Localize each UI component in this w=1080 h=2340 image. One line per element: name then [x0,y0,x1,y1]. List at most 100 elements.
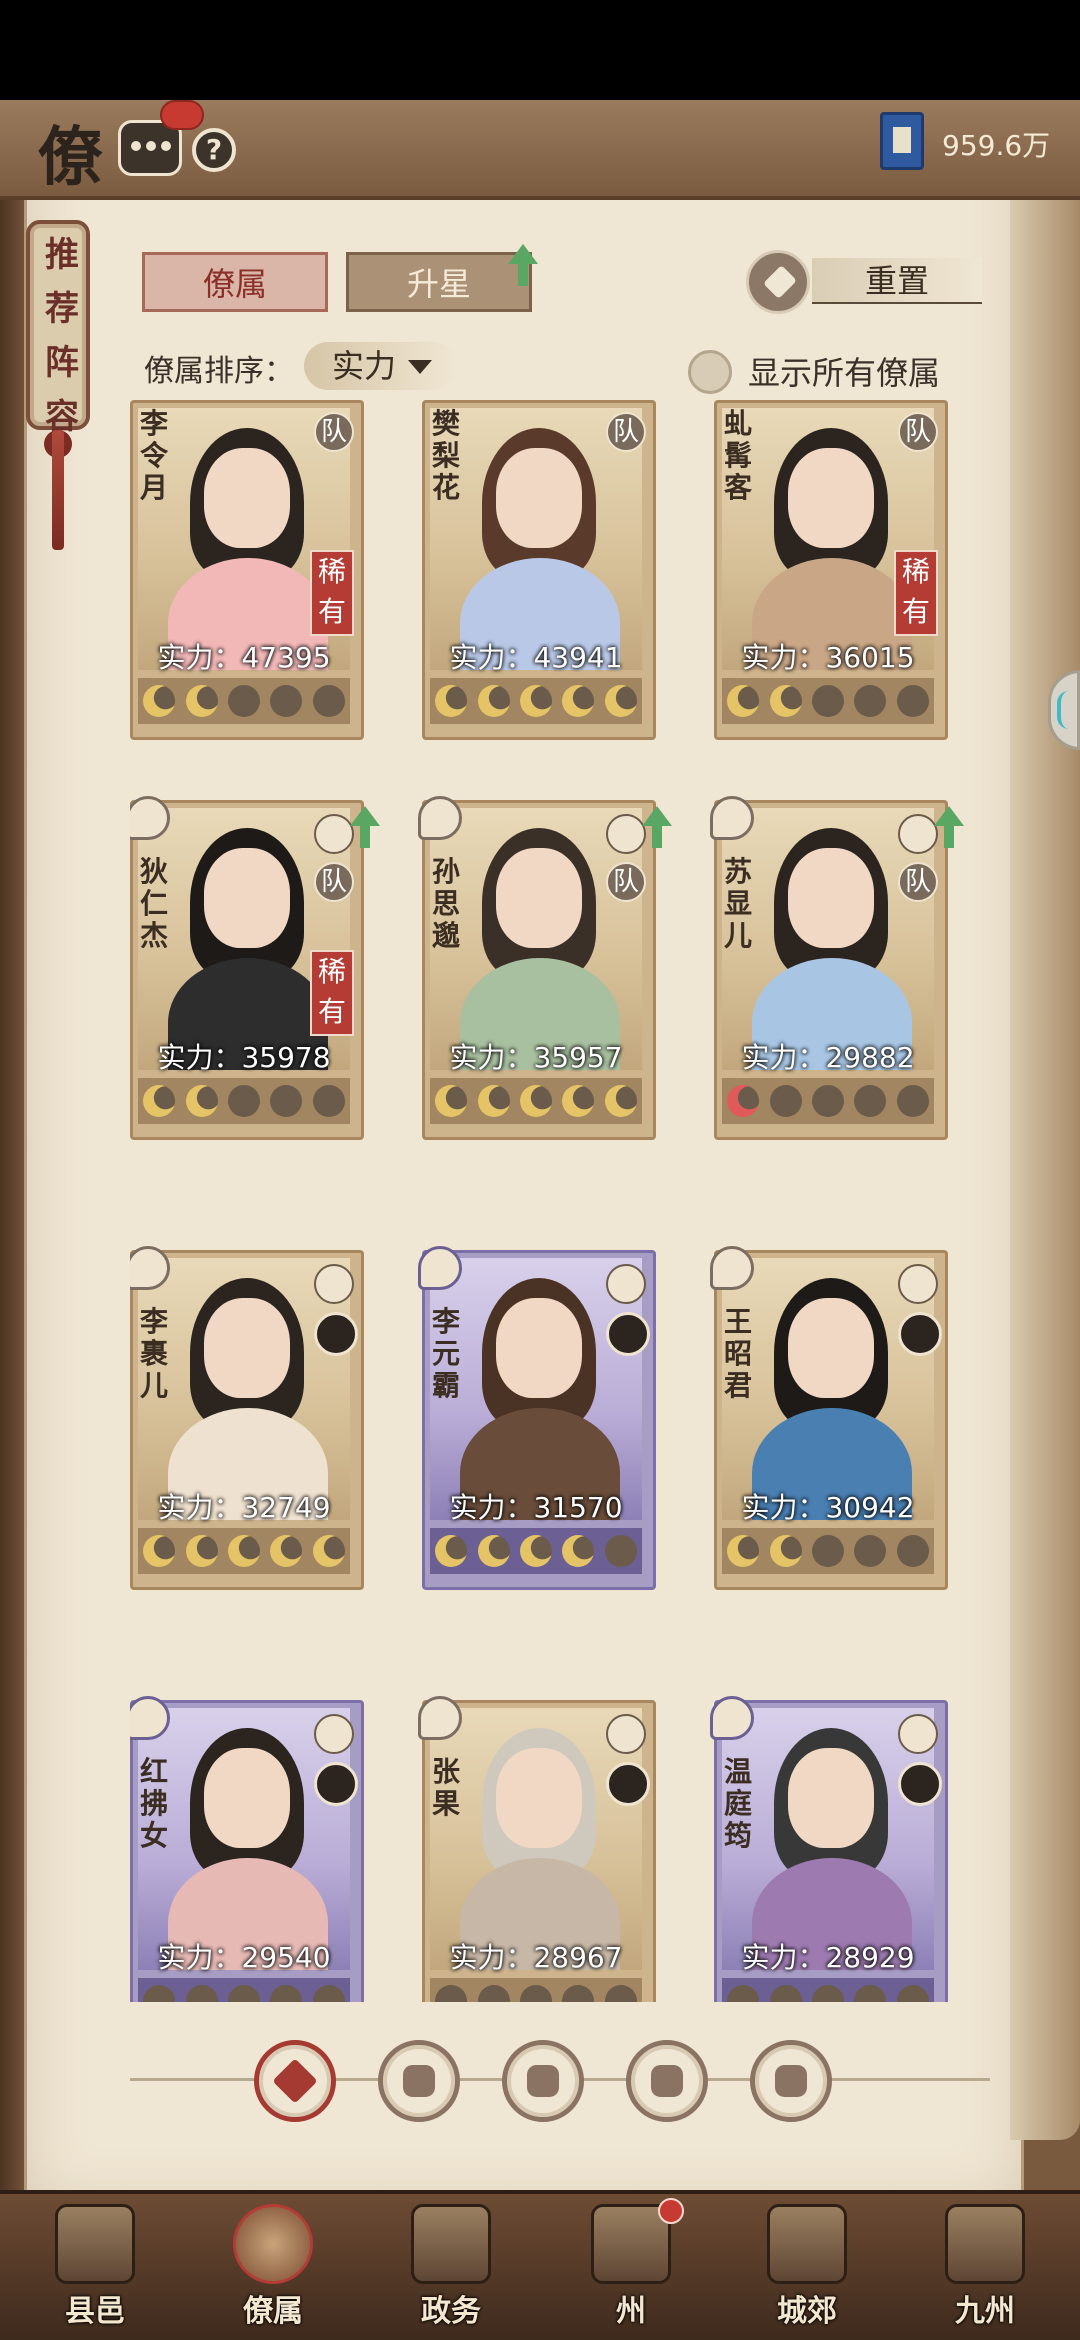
retainer-card[interactable]: 李令月 队稀有 实力：47395 [130,400,364,740]
retainer-card[interactable]: 李裹儿实力：32749 [130,1246,364,1590]
portrait-face [788,1298,874,1398]
nav-retainers[interactable]: 僚属 [198,2190,348,2340]
nav-label: 政务 [421,2294,481,2329]
portrait-face [204,1298,290,1398]
nav-label: 九州 [955,2294,1015,2329]
upgrade-arrow-icon [350,806,380,850]
retainer-card[interactable]: 温庭筠 实力：28929 [710,1696,948,2002]
character-name: 虬髯客 [723,407,752,504]
retainer-card[interactable]: 孙思邈 队实力：35957 [418,796,672,1140]
nav-label: 县邑 [65,2294,125,2329]
filter-all-button[interactable] [254,2040,336,2122]
moon-star-icon [312,685,345,717]
team-badge: 队 [898,412,938,452]
reset-icon[interactable] [746,250,810,314]
team-badge: 队 [314,862,354,902]
zodiac-icon [418,1246,462,1290]
moon-star-icon [854,1985,887,2002]
show-all-checkbox[interactable] [688,350,732,394]
retainer-card[interactable]: 王昭君实力：30942 [710,1246,948,1590]
retainer-card[interactable]: 李元霸 实力：31570 [418,1246,656,1590]
tab-retainers[interactable]: 僚属 [142,252,328,312]
moon-star-icon [604,1985,637,2002]
portrait-face [496,1748,582,1848]
retainer-card[interactable]: 张果 实力：28967 [418,1696,656,2002]
zodiac-icon [418,796,462,840]
retainer-card[interactable]: 苏显儿 队实力：29882 [710,796,964,1140]
moon-star-icon [270,1535,303,1567]
book-currency-icon [880,112,924,170]
nav-county[interactable]: 县邑 [20,2190,170,2340]
portrait-face [204,848,290,948]
portrait-face [496,848,582,948]
rarity-badge: 稀有 [310,550,354,636]
recommend-lineup-tab[interactable]: 推 荐 阵 容 [26,220,90,437]
retainers-icon [233,2204,313,2284]
page-title: 僚 [38,120,102,195]
yin-yang-icon [606,1714,646,1754]
help-button[interactable]: ? [192,128,236,172]
star-rating [722,1078,934,1124]
zodiac-icon [710,796,754,840]
moon-star-icon [727,1085,760,1117]
moon-star-icon [312,1535,345,1567]
moon-star-icon [896,1535,929,1567]
moon-star-icon [312,1985,345,2002]
tassel [52,430,64,550]
partner-avatar [898,1762,942,1806]
moon-star-icon [562,1085,595,1117]
power-value: 实力：30942 [741,1491,915,1524]
retainer-card[interactable]: 红拂女 实力：29540 [130,1696,364,2002]
character-name: 王昭君 [723,1305,752,1402]
character-name: 李裹儿 [139,1305,168,1402]
filter-gourd-button[interactable] [502,2040,584,2122]
filter-bell-button[interactable] [378,2040,460,2122]
team-badge: 队 [606,412,646,452]
sort-label: 僚属排序： [144,354,294,389]
power-value: 实力：28929 [741,1941,915,1974]
nav-label: 州 [616,2294,646,2329]
power-value: 实力：32749 [157,1491,331,1524]
moon-star-icon [811,1535,844,1567]
fan-filter-icon [651,2065,683,2097]
retainer-card[interactable]: 狄仁杰 队稀有 实力：35978 [130,796,380,1140]
moon-star-icon [769,685,802,717]
sort-dropdown[interactable]: 实力 [304,342,456,390]
retainer-card[interactable]: 樊梨花 队实力：43941 [422,400,656,740]
tab-star-up[interactable]: 升星 [346,252,532,312]
moon-star-icon [896,1085,929,1117]
moon-star-icon [435,1985,468,2002]
character-name: 李元霸 [431,1305,460,1402]
reset-button[interactable]: 重置 [812,258,982,304]
moon-star-icon [727,1535,760,1567]
retainer-card[interactable]: 虬髯客 队稀有 实力：36015 [714,400,948,740]
filter-fan-button[interactable] [626,2040,708,2122]
nav-affairs[interactable]: 政务 [376,2190,526,2340]
moon-star-icon [854,1535,887,1567]
nav-prefecture[interactable]: 州 [556,2190,706,2340]
moon-star-icon [185,685,218,717]
character-name: 红拂女 [139,1755,168,1852]
moon-star-icon [227,1085,260,1117]
partner-avatar [606,1762,650,1806]
moon-star-icon [562,1985,595,2002]
nav-suburb[interactable]: 城郊 [732,2190,882,2340]
recommend-char: 推 [45,235,79,275]
character-name: 樊梨花 [431,407,460,504]
moon-star-icon [769,1985,802,2002]
nav-nine-states[interactable]: 九州 [910,2190,1060,2340]
moon-star-icon [727,685,760,717]
zodiac-icon [710,1246,754,1290]
yin-yang-icon [898,1264,938,1304]
portrait-face [788,448,874,548]
show-all-label[interactable]: 显示所有僚属 [748,348,968,392]
moon-star-icon [562,1535,595,1567]
moon-star-icon [854,685,887,717]
moon-star-icon [811,685,844,717]
filter-lion-button[interactable] [750,2040,832,2122]
bell-filter-icon [403,2065,435,2097]
moon-star-icon [477,1985,510,2002]
partner-avatar [606,1312,650,1356]
power-value: 实力：28967 [449,1941,623,1974]
retainer-grid[interactable]: 李令月队稀有 实力：47395 樊梨花队实力：43941 虬髯客队稀有 实力：36015… [130,400,990,2002]
